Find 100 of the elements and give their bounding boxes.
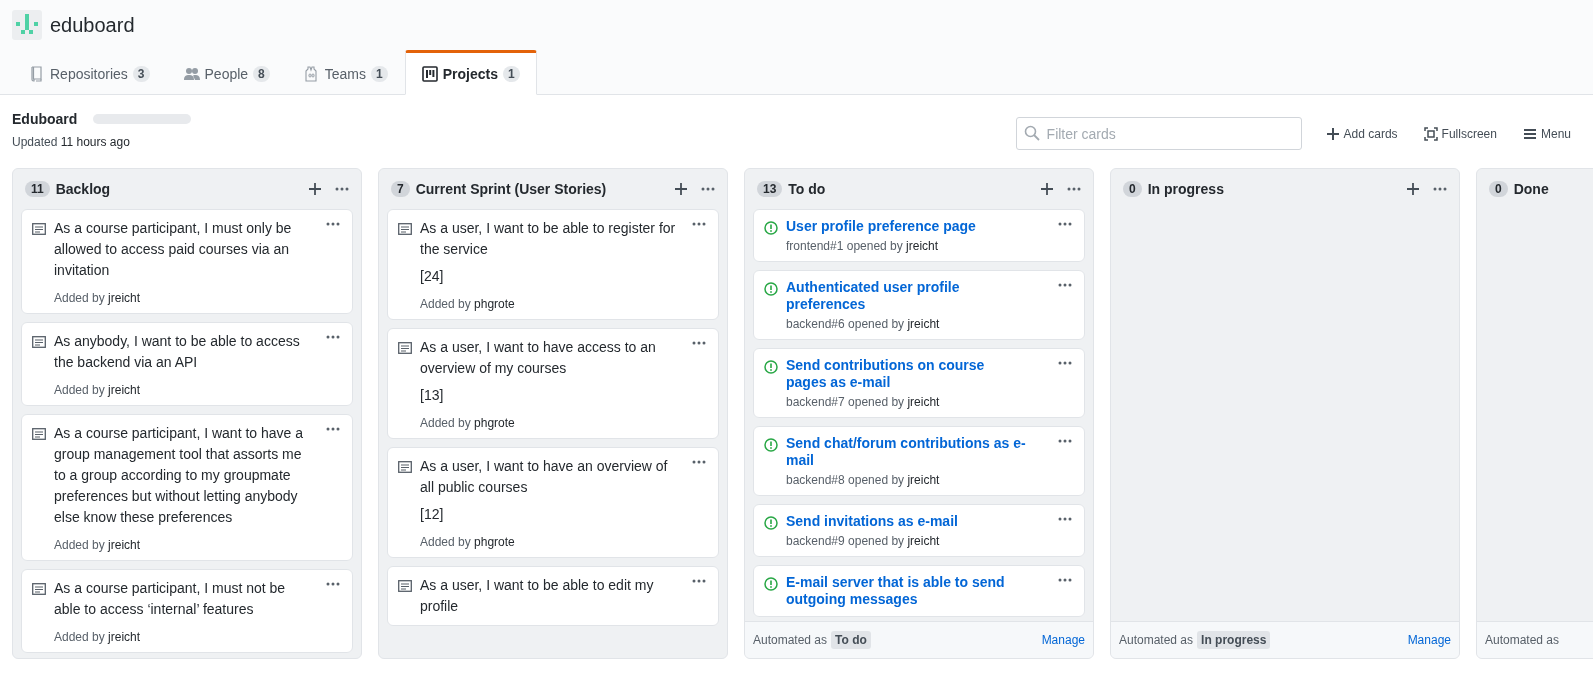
column-title: In progress [1147, 181, 1224, 197]
issue-card[interactable]: Send invitations as e-mail backend#9 opened by jreicht [753, 504, 1085, 557]
fullscreen-icon [1423, 127, 1438, 141]
more-icon [701, 187, 715, 191]
menu-button[interactable]: Menu [1512, 118, 1581, 150]
updated-time-text: Updated 11 hours ago [12, 135, 131, 149]
note-icon [398, 580, 412, 592]
added-by-text: Added by jreicht [54, 630, 142, 644]
people-icon [183, 65, 200, 82]
note-card[interactable]: As a user, I want to be able to register for the service [24] Added by phgrote [387, 209, 719, 320]
automation-text: Automated as [1119, 633, 1194, 647]
nav-tab[interactable]: Projects 1 [404, 50, 537, 95]
estimate-text: [13] [420, 386, 445, 405]
more-icon [1058, 361, 1072, 365]
column-counter: 0 [1489, 181, 1508, 197]
menu-icon [1522, 127, 1537, 141]
estimate-text: [12] [420, 505, 445, 524]
tab-counter: 8 [253, 65, 270, 82]
note-text: As anybody, I want to be able to access the backend via an API [54, 332, 301, 372]
more-icon [1058, 578, 1072, 582]
column-counter: 7 [391, 181, 410, 197]
column-title: To do [788, 181, 826, 197]
added-by-text: Added by jreicht [54, 291, 142, 305]
note-card[interactable] [21, 414, 353, 561]
note-text: As a user, I want to be able to register for the service [420, 219, 677, 259]
plus-icon [309, 183, 321, 195]
issue-card[interactable]: User profile preference page frontend#1 opened by jreicht [753, 209, 1085, 262]
nav-tab[interactable]: Repositories 3 [12, 50, 167, 95]
more-icon [1058, 517, 1072, 521]
manage-link[interactable]: Manage [1407, 633, 1451, 647]
note-text: As a course participant, I must not be able to access ‘internal’ features [54, 579, 287, 619]
open-issue-icon [764, 282, 778, 296]
issue-card[interactable]: Send chat/forum contributions as e-mail backend#8 opened by jreicht [753, 426, 1085, 496]
note-icon [398, 461, 412, 473]
note-text: As a course participant, I must only be allowed to access paid courses via an invitation [54, 219, 293, 280]
note-card[interactable]: As a user, I want to be able to edit my profile [387, 566, 719, 626]
issue-meta-text: backend#8 opened by jreicht [786, 473, 941, 487]
note-text: As a user, I want to have an overview of all public courses [420, 457, 669, 497]
nav-tab[interactable]: People 8 [166, 50, 287, 95]
issue-meta-text: frontend#1 opened by jreicht [786, 239, 940, 253]
more-icon [1067, 187, 1081, 191]
book-icon [29, 65, 45, 82]
tab-counter: 3 [132, 65, 150, 82]
issue-card[interactable]: Send contributions on course pages as e-mail backend#7 opened by jreicht [753, 348, 1085, 418]
added-by-text: Added by phgrote [420, 535, 516, 549]
plus-icon [1325, 127, 1340, 141]
issue-card[interactable]: Authenticated user profile preferences backend#6 opened by jreicht [753, 270, 1085, 340]
note-text: As a user, I want to be able to edit my profile [420, 576, 655, 616]
more-icon [1058, 439, 1072, 443]
more-icon [692, 341, 706, 345]
plus-icon [675, 183, 687, 195]
issue-meta-text: backend#6 opened by jreicht [786, 317, 941, 331]
more-icon [1058, 283, 1072, 287]
search-icon [1023, 125, 1040, 141]
estimate-text: [24] [420, 267, 445, 286]
fullscreen-button[interactable]: Fullscreen [1413, 118, 1507, 150]
org-name: eduboard [50, 13, 135, 37]
issue-link[interactable]: Send chat/forum contributions as e-mail [786, 435, 1046, 469]
automation-state-label: To do [831, 631, 871, 649]
note-card[interactable]: As a course participant, I must not be able to access ‘internal’ features Added by jreicht [21, 569, 353, 653]
tab-counter: 1 [371, 65, 388, 82]
automation-state-label: In progress [1197, 631, 1271, 649]
filter-field[interactable]: Filter cards [1015, 117, 1302, 150]
note-icon [32, 336, 46, 348]
note-card[interactable]: As a user, I want to have an overview of all public courses [12] Added by phgrote [387, 447, 719, 558]
open-issue-icon [764, 360, 778, 374]
issue-card[interactable]: E-mail server that is able to send outgoing messages [753, 565, 1085, 617]
more-icon [1433, 187, 1447, 191]
issue-link[interactable]: Send invitations as e-mail [786, 513, 1046, 530]
issue-link[interactable]: Authenticated user profile preferences [786, 279, 1046, 313]
open-issue-icon [764, 577, 778, 591]
issue-link[interactable]: User profile preference page [786, 218, 1046, 235]
automation-text: Automated as [753, 633, 828, 647]
open-issue-icon [764, 221, 778, 235]
plus-icon [1407, 183, 1419, 195]
column-title: Backlog [55, 181, 111, 197]
column-title: Current Sprint (User Stories) [415, 181, 607, 197]
more-icon [692, 460, 706, 464]
more-icon [326, 582, 340, 586]
issue-link[interactable]: E-mail server that is able to send outgoing messages [786, 574, 1046, 608]
project-board-icon [421, 65, 438, 82]
note-icon [32, 583, 46, 595]
note-card[interactable]: As a user, I want to have access to an overview of my courses [13] Added by phgrote [387, 328, 719, 439]
nav-tab[interactable]: Teams 1 [286, 50, 405, 95]
add-cards-button[interactable]: Add cards [1315, 118, 1408, 150]
added-by-text: Added by jreicht [54, 383, 142, 397]
more-icon [1058, 222, 1072, 226]
column-counter: 0 [1123, 181, 1142, 197]
note-card[interactable]: As a course participant, I must only be allowed to access paid courses via an invitation Added by jreicht [21, 209, 353, 314]
manage-link[interactable]: Manage [1041, 633, 1085, 647]
issue-meta-text: backend#9 opened by jreicht [786, 534, 941, 548]
issue-link[interactable]: Send contributions on course pages as e-mail [786, 357, 1046, 391]
added-by-text: Added by jreicht [54, 538, 142, 552]
jersey-icon [303, 65, 320, 82]
note-card[interactable]: As anybody, I want to be able to access the backend via an API Added by jreicht [21, 322, 353, 406]
column-counter: 11 [25, 181, 50, 197]
more-icon [326, 427, 340, 431]
note-icon [398, 223, 412, 235]
automation-text: Automated as [1485, 633, 1560, 647]
issue-meta-text: backend#7 opened by jreicht [786, 395, 941, 409]
